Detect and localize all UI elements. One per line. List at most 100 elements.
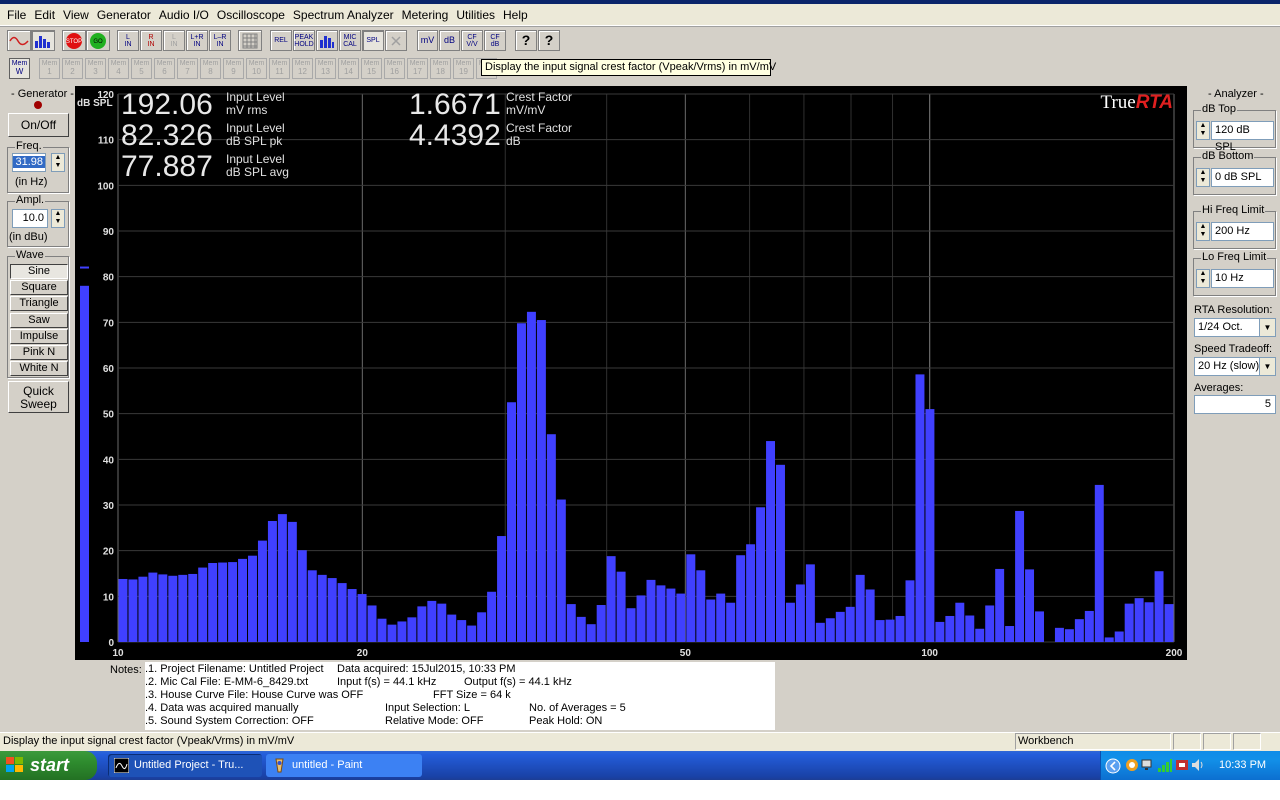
menu-metering[interactable]: Metering <box>398 8 453 22</box>
ampl-input[interactable]: 10.0 <box>12 209 48 228</box>
memory-slot-14-button[interactable]: Mem 14 <box>338 58 359 79</box>
rta-resolution-select[interactable]: 1/24 Oct. ▼ <box>1194 318 1276 337</box>
memory-slot-11-button[interactable]: Mem 11 <box>269 58 290 79</box>
start-button[interactable]: start <box>0 751 97 780</box>
memory-slot-6-button[interactable]: Mem 6 <box>154 58 175 79</box>
left-minus-right-button[interactable]: L–R IN <box>209 30 231 51</box>
menu-file[interactable]: File <box>3 8 30 22</box>
mic-cal-button[interactable]: MIC CAL <box>339 30 361 51</box>
readout-spl-pk-label2: dB SPL pk <box>226 134 283 148</box>
left-plus-right-button[interactable]: L+R IN <box>186 30 208 51</box>
tray-signal-icon[interactable] <box>1157 757 1173 773</box>
speed-tradeoff-select[interactable]: 20 Hz (slow) ▼ <box>1194 357 1276 376</box>
left-input-button[interactable]: L IN <box>117 30 139 51</box>
crest-factor-vv-button[interactable]: CF V/V <box>461 30 483 51</box>
hi-freq-input[interactable]: 200 Hz <box>1211 222 1274 241</box>
notes-label: Notes: <box>110 664 142 676</box>
stop-button[interactable]: STOP <box>62 30 86 51</box>
tray-security-icon[interactable] <box>1175 758 1189 772</box>
memory-slot-13-button[interactable]: Mem 13 <box>315 58 336 79</box>
spectrum-bar <box>118 578 128 642</box>
task-truerta[interactable]: Untitled Project - Tru... <box>108 754 262 777</box>
tray-network-icon[interactable] <box>1141 758 1155 772</box>
peak-hold-button[interactable]: PEAK HOLD <box>293 30 315 51</box>
generator-onoff-button[interactable]: On/Off <box>8 113 69 137</box>
wave-white-noise-button[interactable]: White N <box>10 361 68 376</box>
menu-oscilloscope[interactable]: Oscilloscope <box>213 8 289 22</box>
db-top-input[interactable]: 120 dB SPL <box>1211 121 1274 153</box>
memory-slot-8-button[interactable]: Mem 8 <box>200 58 221 79</box>
go-icon: GO <box>90 32 106 49</box>
spectrum-bar <box>546 434 556 642</box>
wave-pink-noise-button[interactable]: Pink N <box>10 345 68 360</box>
spectrum-bar <box>497 536 507 642</box>
memory-slot-18-button[interactable]: Mem 18 <box>430 58 451 79</box>
spectrum-bar <box>218 562 228 642</box>
tray-app-icon[interactable] <box>1125 758 1139 772</box>
spectrum-analyzer-button[interactable] <box>31 30 55 51</box>
grid-button[interactable] <box>238 30 262 51</box>
speed-tradeoff-chevron-down-icon[interactable]: ▼ <box>1259 358 1275 375</box>
crest-factor-db-button[interactable]: CF dB <box>484 30 506 51</box>
wave-sine-button[interactable]: Sine <box>10 264 68 279</box>
x-tick-label: 100 <box>921 648 938 659</box>
menu-generator[interactable]: Generator <box>93 8 155 22</box>
db-bottom-input[interactable]: 0 dB SPL <box>1211 168 1274 187</box>
lo-freq-spinner[interactable]: ▲ ▼ <box>1196 269 1210 288</box>
help-button[interactable]: ? <box>515 30 537 51</box>
go-button[interactable]: GO <box>86 30 110 51</box>
hi-freq-spinner[interactable]: ▲ ▼ <box>1196 222 1210 241</box>
memory-slot-10-button[interactable]: Mem 10 <box>246 58 267 79</box>
memory-slot-1-button[interactable]: Mem 1 <box>39 58 60 79</box>
wave-impulse-button[interactable]: Impulse <box>10 329 68 344</box>
memory-slot-3-button[interactable]: Mem 3 <box>85 58 106 79</box>
db-units-button[interactable]: dB <box>439 30 460 51</box>
ampl-spinner[interactable]: ▲ ▼ <box>51 209 65 228</box>
menu-edit[interactable]: Edit <box>30 8 59 22</box>
db-bottom-spinner[interactable]: ▲ ▼ <box>1196 168 1210 187</box>
freq-spinner[interactable]: ▲ ▼ <box>51 153 65 172</box>
memory-slot-16-button[interactable]: Mem 16 <box>384 58 405 79</box>
menu-spectrum-analyzer[interactable]: Spectrum Analyzer <box>289 8 398 22</box>
memory-slot-12-button[interactable]: Mem 12 <box>292 58 313 79</box>
wave-triangle-button[interactable]: Triangle <box>10 296 68 311</box>
oscilloscope-button[interactable] <box>7 30 31 51</box>
relative-mode-button[interactable]: REL <box>270 30 292 51</box>
menu-audio-io[interactable]: Audio I/O <box>155 8 213 22</box>
right-input-button[interactable]: R IN <box>140 30 162 51</box>
spectrum-bar <box>965 615 975 642</box>
menu-help[interactable]: Help <box>499 8 532 22</box>
menu-view[interactable]: View <box>59 8 93 22</box>
task-paint[interactable]: untitled - Paint <box>266 754 422 777</box>
averages-input[interactable]: 5 <box>1194 395 1276 414</box>
wave-square-button[interactable]: Square <box>10 280 68 295</box>
note-line-5a: .5. Sound System Correction: OFF <box>145 715 314 727</box>
memory-slot-5-button[interactable]: Mem 5 <box>131 58 152 79</box>
spectrum-bar <box>915 374 925 642</box>
spectrum-bar <box>776 464 785 642</box>
left-input-disabled-button[interactable]: L IN <box>163 30 185 51</box>
memory-slot-4-button[interactable]: Mem 4 <box>108 58 129 79</box>
memory-slot-17-button[interactable]: Mem 17 <box>407 58 428 79</box>
memory-slot-2-button[interactable]: Mem 2 <box>62 58 83 79</box>
memory-working-button[interactable]: Mem W <box>9 58 30 79</box>
memory-slot-7-button[interactable]: Mem 7 <box>177 58 198 79</box>
wave-saw-button[interactable]: Saw <box>10 313 68 328</box>
quick-sweep-button[interactable]: Quick Sweep <box>8 381 69 413</box>
clear-button[interactable] <box>385 30 407 51</box>
whats-this-button[interactable]: ? <box>538 30 560 51</box>
freq-input[interactable]: 31.98 <box>12 153 46 172</box>
menu-utilities[interactable]: Utilities <box>452 8 499 22</box>
db-top-spinner[interactable]: ▲ ▼ <box>1196 121 1210 140</box>
memory-slot-19-button[interactable]: Mem 19 <box>453 58 474 79</box>
spectrum-bar <box>845 606 855 642</box>
spl-button[interactable]: SPL <box>362 30 384 51</box>
averaging-button[interactable] <box>316 30 338 51</box>
tray-expand-chevron-icon[interactable] <box>1105 758 1121 774</box>
rta-resolution-chevron-down-icon[interactable]: ▼ <box>1259 319 1275 336</box>
lo-freq-input[interactable]: 10 Hz <box>1211 269 1274 288</box>
tray-volume-icon[interactable] <box>1191 758 1205 772</box>
memory-slot-9-button[interactable]: Mem 9 <box>223 58 244 79</box>
memory-slot-15-button[interactable]: Mem 15 <box>361 58 382 79</box>
mv-units-button[interactable]: mV <box>417 30 438 51</box>
